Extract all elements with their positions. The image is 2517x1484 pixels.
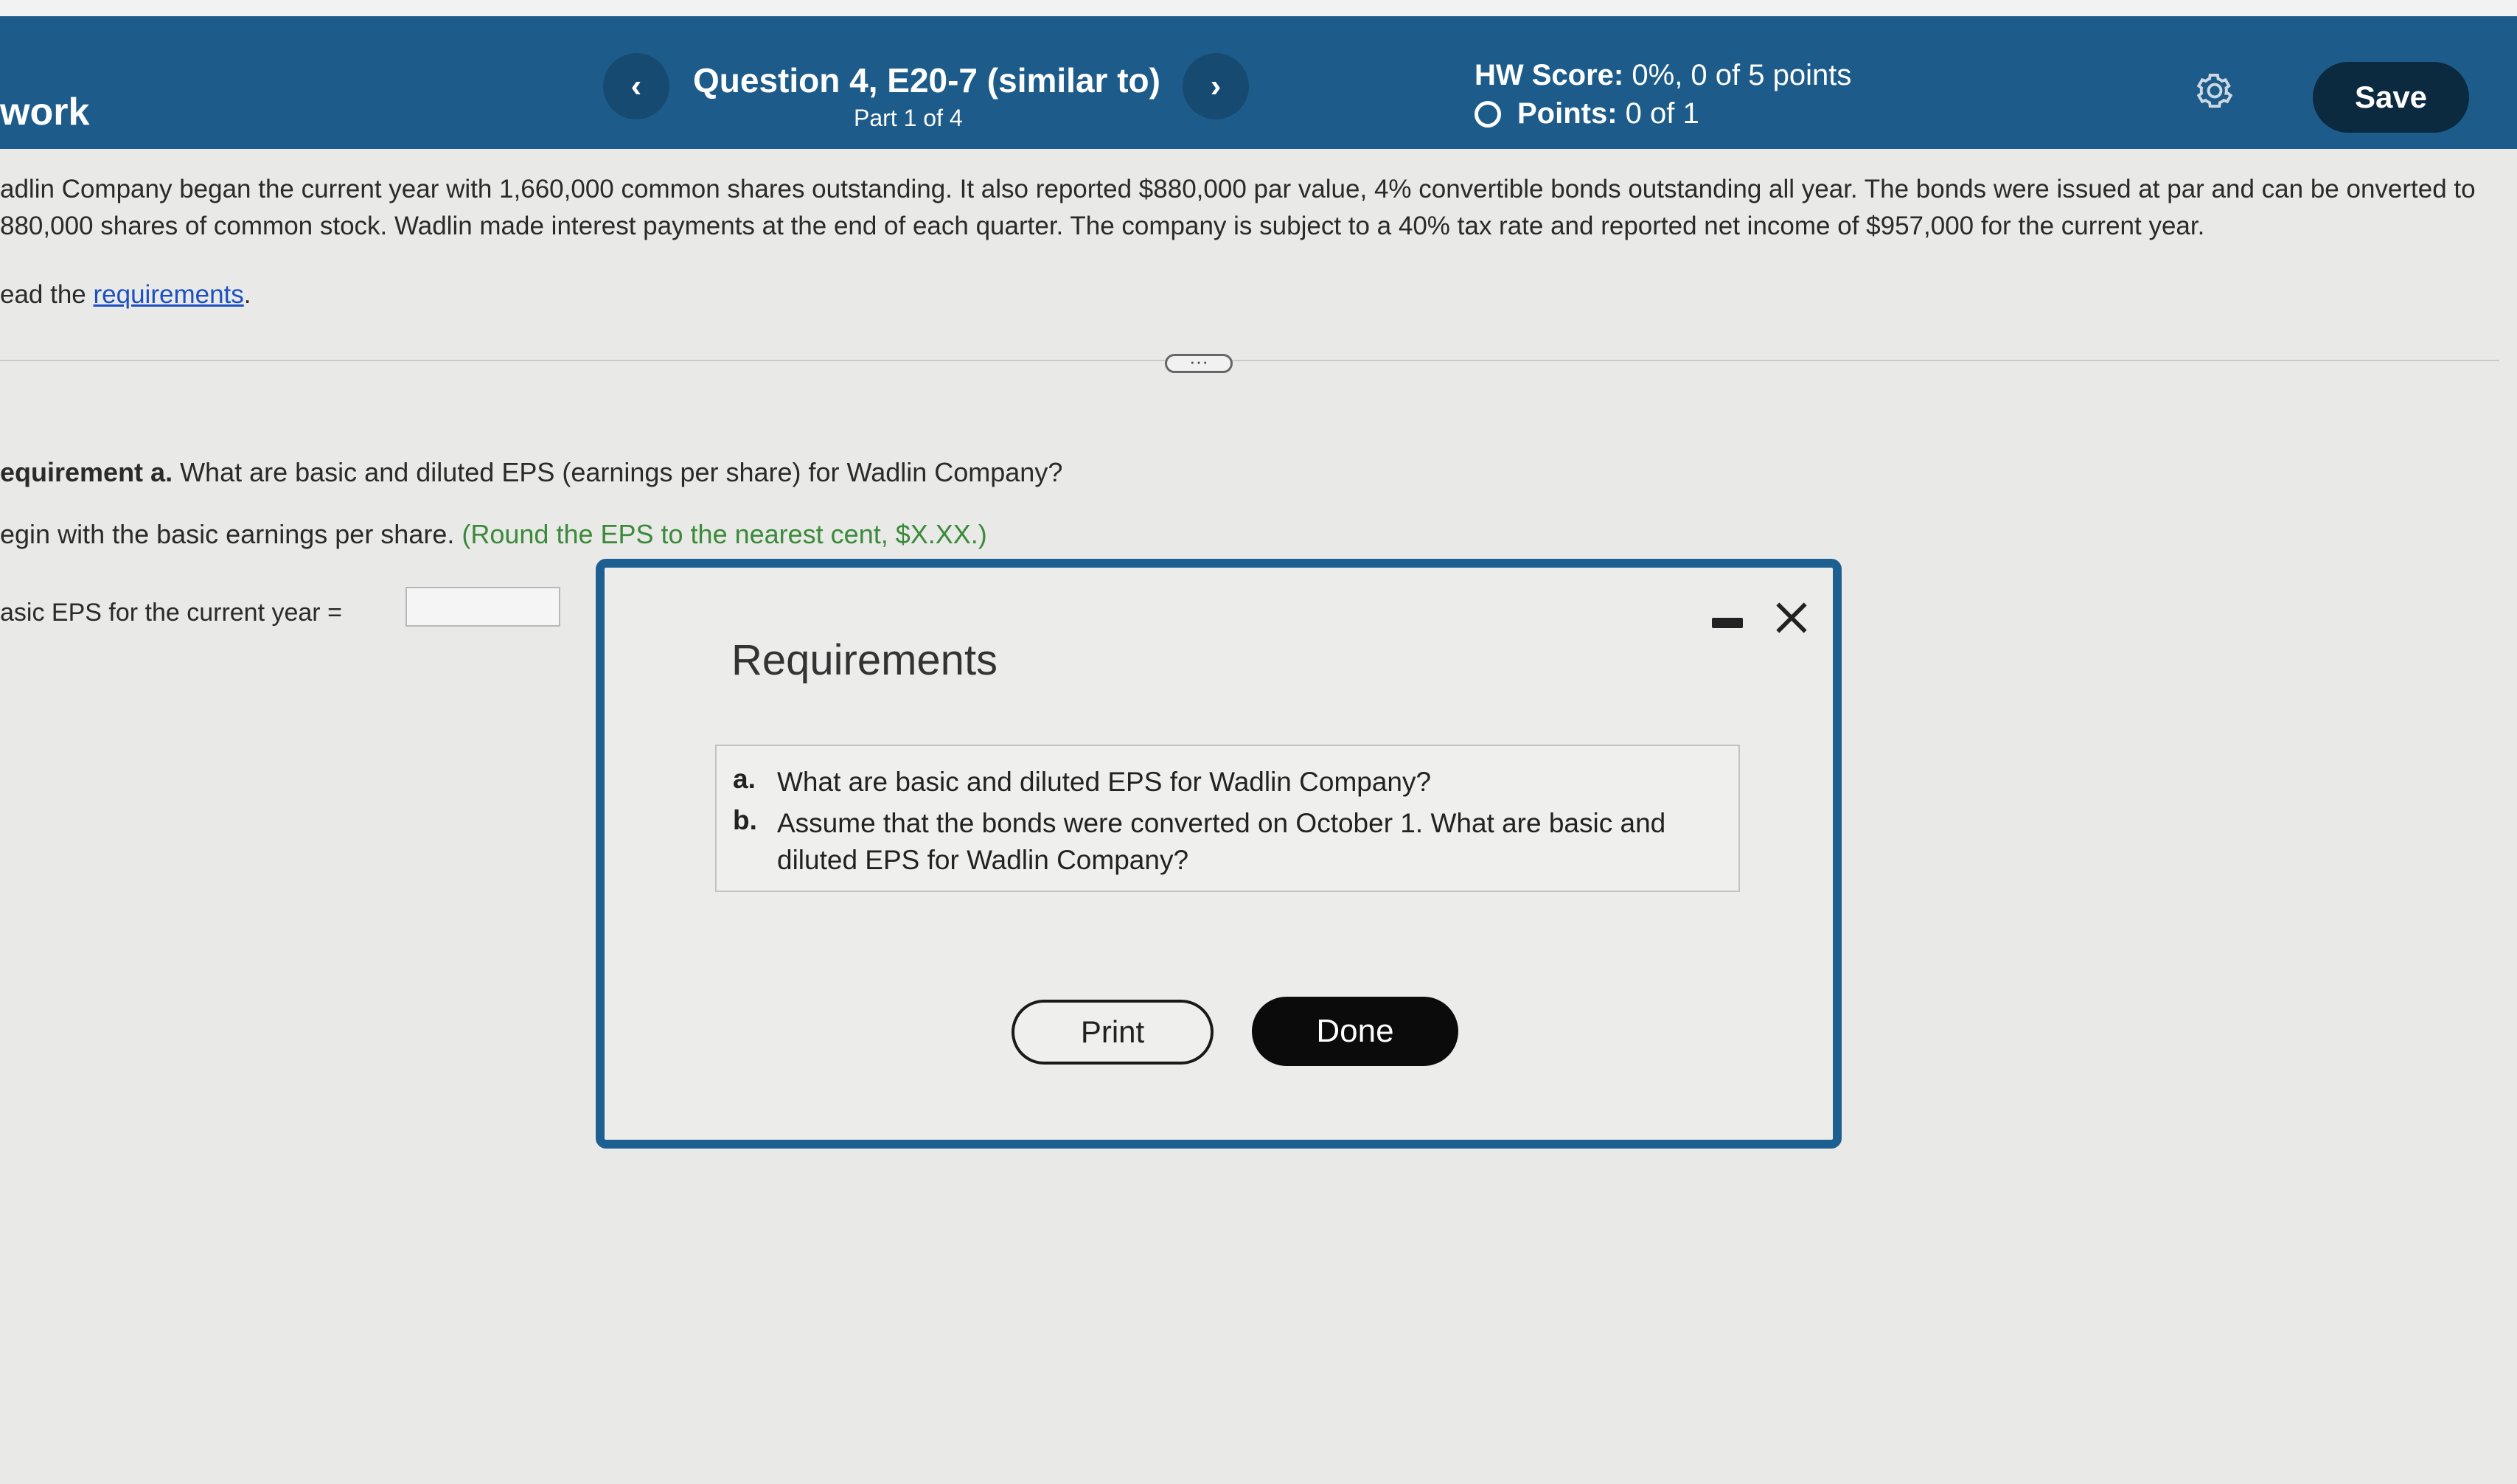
- chevron-left-icon: ‹: [630, 68, 642, 104]
- hw-score: HW Score: 0%, 0 of 5 points: [1475, 59, 1851, 92]
- points-label: Points:: [1517, 97, 1618, 130]
- minimize-icon[interactable]: [1712, 618, 1743, 628]
- problem-statement: adlin Company began the current year wit…: [0, 175, 2476, 240]
- circle-status-icon: [1475, 100, 1501, 128]
- hw-score-value: 0%, 0 of 5 points: [1632, 59, 1852, 91]
- item-text: Assume that the bonds were converted on …: [777, 808, 1666, 875]
- list-item: b. Assume that the bonds were converted …: [733, 805, 1736, 879]
- points-value: 0 of 1: [1625, 97, 1699, 130]
- next-question-button[interactable]: ›: [1183, 53, 1249, 119]
- question-part: Part 1 of 4: [854, 105, 963, 131]
- list-item: a. What are basic and diluted EPS for Wa…: [733, 764, 1736, 801]
- item-letter: b.: [733, 805, 757, 835]
- done-button[interactable]: Done: [1252, 997, 1458, 1066]
- instruction-line: egin with the basic earnings per share. …: [0, 519, 987, 550]
- basic-eps-input[interactable]: [405, 587, 560, 627]
- hw-score-label: HW Score:: [1475, 59, 1624, 91]
- read-requirements-line: ead the requirements.: [0, 280, 251, 310]
- read-suffix: .: [243, 280, 251, 309]
- print-button[interactable]: Print: [1012, 1000, 1214, 1065]
- read-prefix: ead the: [0, 280, 94, 309]
- points-status: Points: 0 of 1: [1475, 97, 1699, 130]
- section-title: work: [0, 91, 90, 133]
- header-bar: work ‹ Question 4, E20-7 (similar to) Pa…: [0, 16, 2517, 149]
- save-button[interactable]: Save: [2313, 62, 2469, 133]
- requirement-a-label: equirement a.: [0, 457, 173, 487]
- requirement-a-text: What are basic and diluted EPS (earnings…: [173, 457, 1063, 487]
- rounding-hint: (Round the EPS to the nearest cent, $X.X…: [462, 519, 987, 549]
- gear-icon[interactable]: [2193, 69, 2236, 112]
- dialog-title: Requirements: [731, 636, 998, 684]
- requirements-link[interactable]: requirements: [94, 280, 244, 309]
- item-text: What are basic and diluted EPS for Wadli…: [777, 767, 1432, 797]
- item-letter: a.: [733, 764, 756, 794]
- previous-question-button[interactable]: ‹: [603, 53, 669, 119]
- expand-more-button[interactable]: ···: [1165, 352, 1233, 373]
- requirement-a-prompt: equirement a. What are basic and diluted…: [0, 457, 1062, 488]
- browser-top-strip: [0, 0, 2517, 16]
- chevron-right-icon: ›: [1210, 68, 1222, 104]
- instruction-text: egin with the basic earnings per share.: [0, 519, 462, 549]
- basic-eps-label: asic EPS for the current year =: [0, 599, 342, 627]
- requirements-dialog: Requirements a. What are basic and dilut…: [596, 559, 1842, 1149]
- section-divider: [0, 360, 2499, 361]
- question-title: Question 4, E20-7 (similar to): [693, 61, 1160, 100]
- requirements-list: a. What are basic and diluted EPS for Wa…: [715, 745, 1740, 892]
- close-icon[interactable]: [1771, 597, 1812, 638]
